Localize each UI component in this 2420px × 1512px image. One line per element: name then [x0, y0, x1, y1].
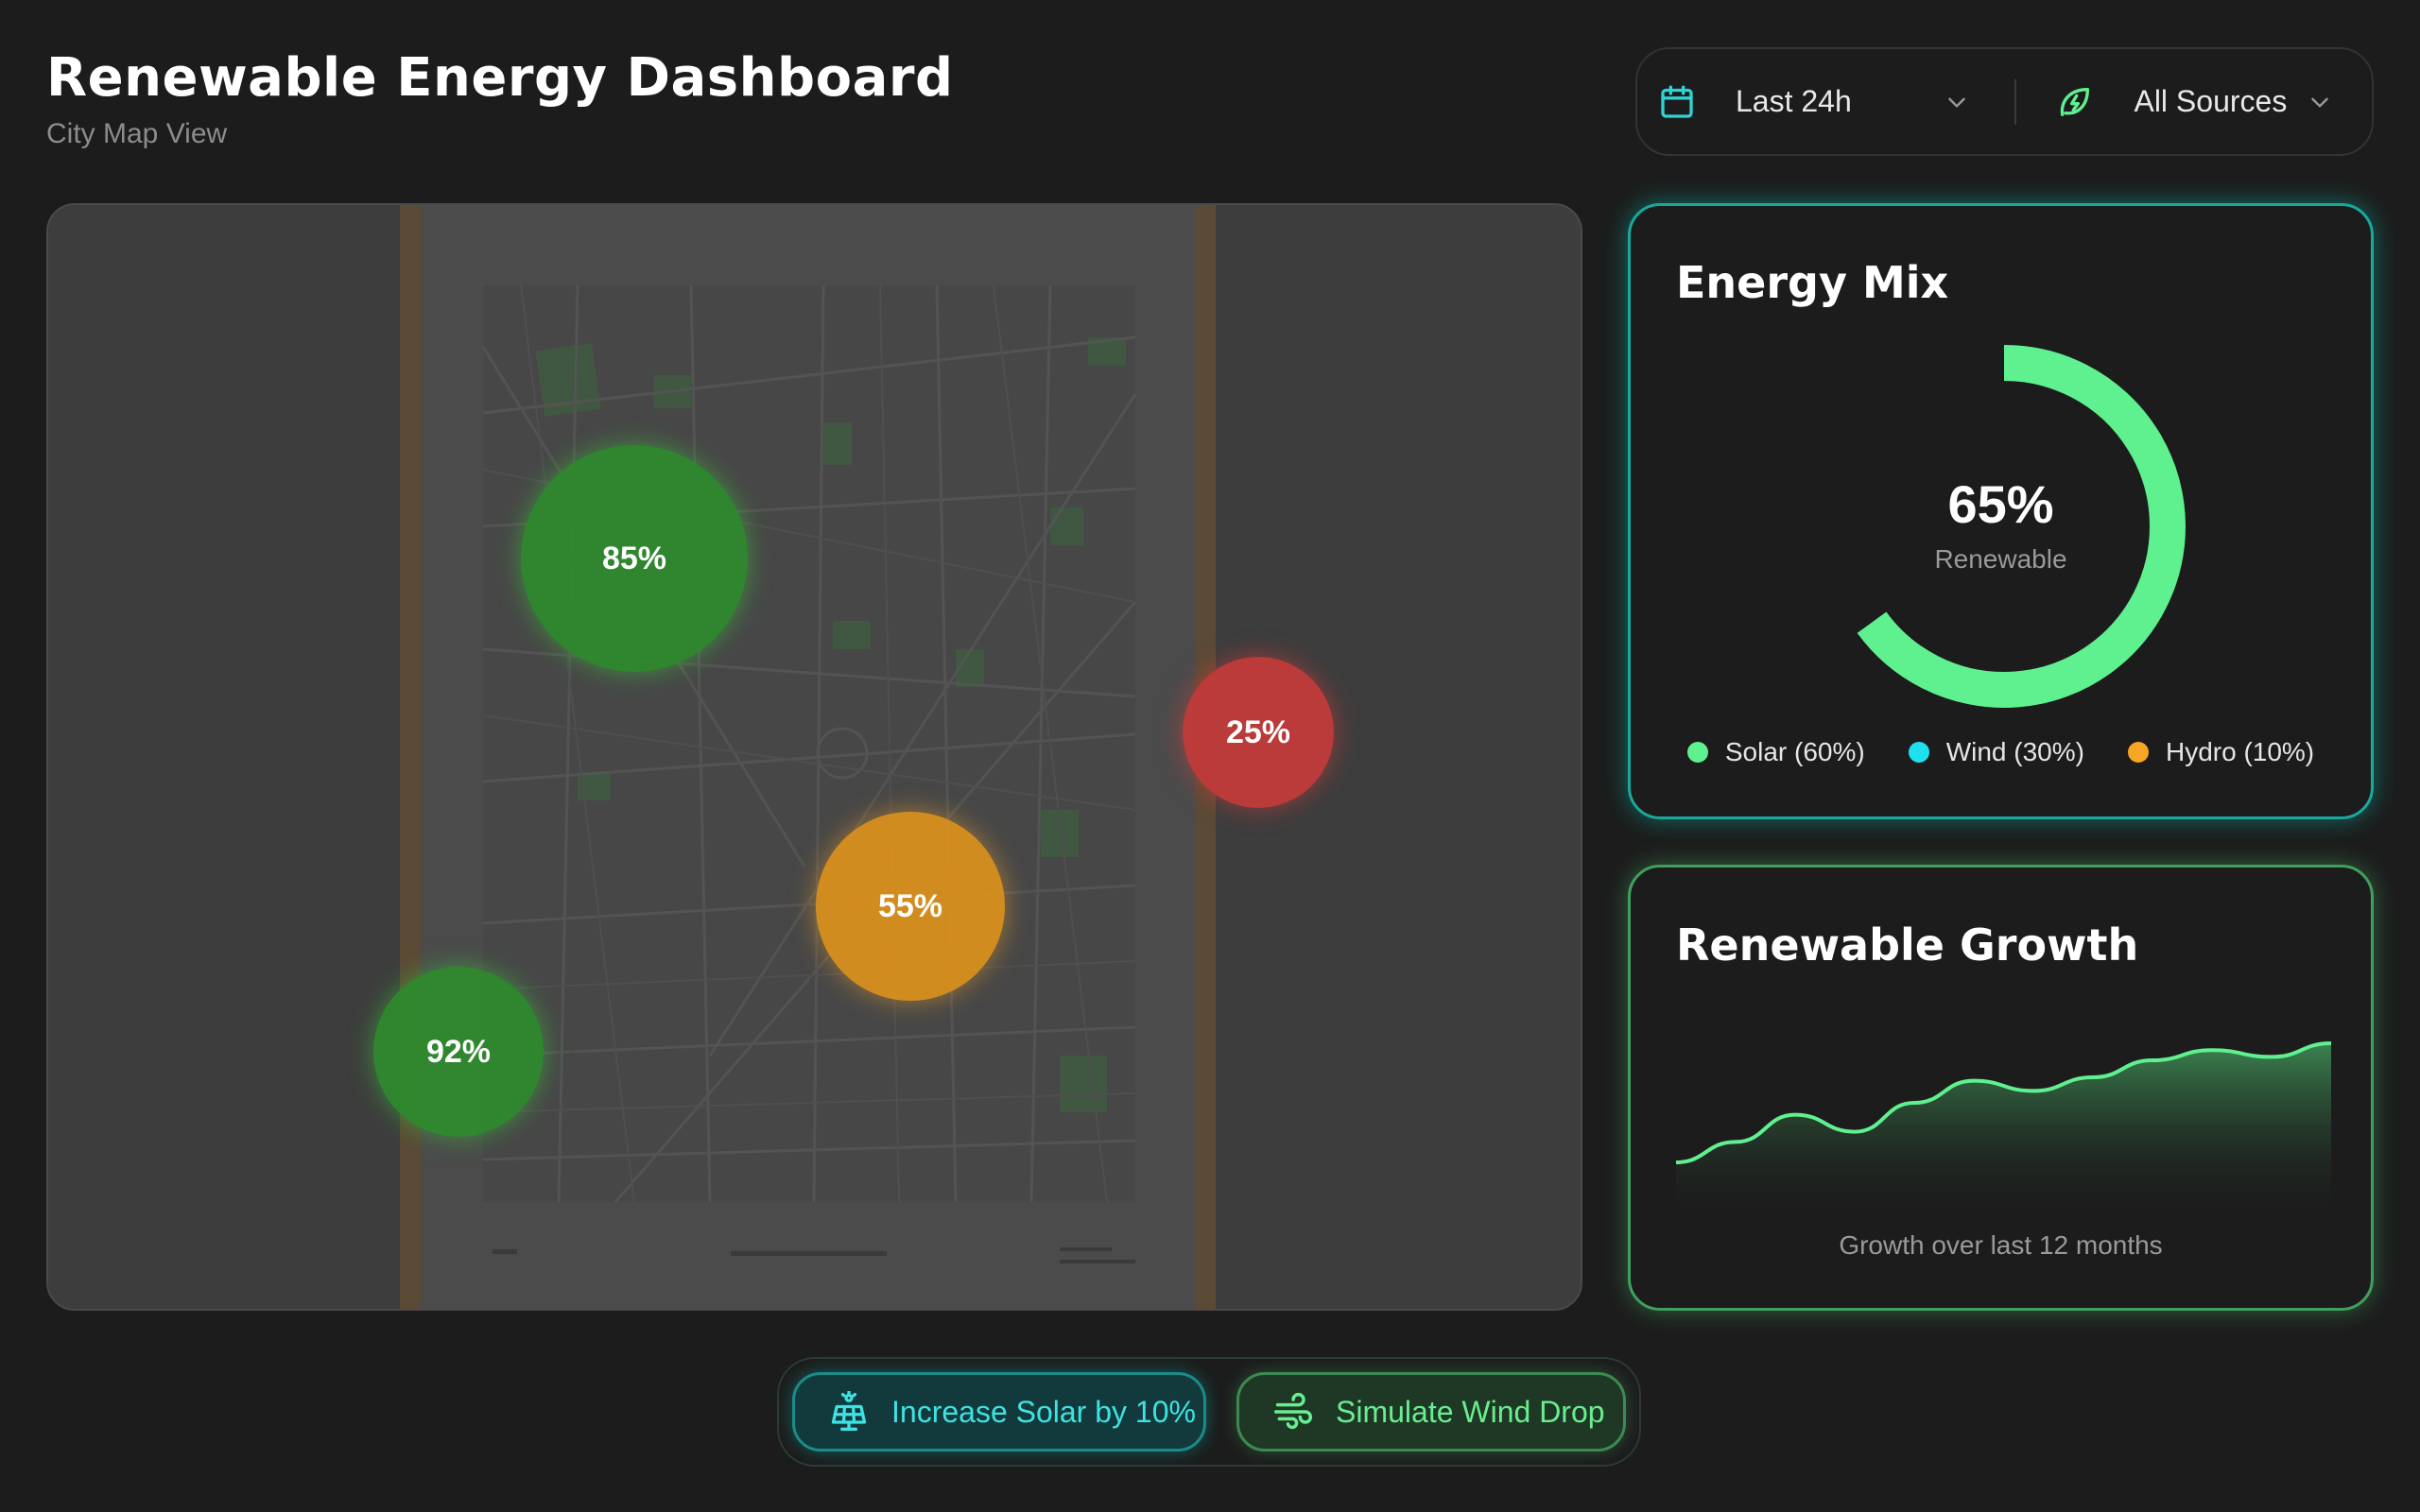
growth-caption: Growth over last 12 months	[1839, 1230, 2163, 1260]
increase-solar-label: Increase Solar by 10%	[891, 1394, 1196, 1429]
map-image	[48, 205, 1581, 1309]
increase-solar-button[interactable]: Increase Solar by 10%	[792, 1372, 1206, 1452]
legend-item-wind: Wind (30%)	[1908, 737, 2084, 767]
energy-source-value: All Sources	[2134, 84, 2288, 118]
chevron-down-icon	[2306, 88, 2334, 116]
simulate-wind-drop-label: Simulate Wind Drop	[1336, 1394, 1605, 1429]
date-range-value: Last 24h	[1736, 84, 1852, 118]
renewable-percent: 65%	[1947, 474, 2054, 534]
energy-source-dropdown[interactable]: All Sources	[2016, 49, 2372, 154]
energy-zone-marker[interactable]: 55%	[816, 812, 1005, 1001]
action-bar: Increase Solar by 10% Simulate Wind Drop	[777, 1357, 1641, 1467]
energy-zone-marker[interactable]: 85%	[521, 445, 748, 672]
energy-mix-legend: Solar (60%) Wind (30%) Hydro (10%)	[1631, 737, 2371, 767]
calendar-icon	[1656, 81, 1698, 123]
legend-dot	[1686, 742, 1708, 763]
page-subtitle: City Map View	[46, 118, 228, 149]
wind-icon	[1271, 1390, 1315, 1434]
legend-dot	[1908, 742, 1929, 763]
legend-dot	[2127, 742, 2149, 763]
legend-label: Solar (60%)	[1724, 737, 1865, 766]
legend-item-hydro: Hydro (10%)	[2127, 737, 2315, 767]
growth-area-fill	[1676, 1043, 2331, 1217]
energy-zone-marker[interactable]: 92%	[373, 967, 544, 1137]
legend-label: Wind (30%)	[1945, 737, 2084, 766]
legend-item-solar: Solar (60%)	[1686, 737, 1865, 767]
renewable-growth-card: Renewable Growth Growth over last 12 mon…	[1628, 865, 2374, 1311]
city-map[interactable]: 85% 25% 55% 92%	[46, 203, 1582, 1311]
date-range-dropdown[interactable]: Last 24h	[1637, 49, 2014, 154]
legend-label: Hydro (10%)	[2165, 737, 2315, 766]
energy-zone-marker[interactable]: 25%	[1183, 657, 1334, 808]
chevron-down-icon	[1943, 88, 1971, 116]
leaf-bolt-icon	[2054, 81, 2096, 123]
renewable-label: Renewable	[1934, 544, 2067, 574]
page-title: Renewable Energy Dashboard	[46, 47, 954, 109]
simulate-wind-drop-button[interactable]: Simulate Wind Drop	[1236, 1372, 1626, 1452]
filter-bar: Last 24h All Sources	[1635, 47, 2374, 156]
solar-panel-icon	[827, 1390, 871, 1434]
energy-mix-card: Energy Mix 65% Renewable Solar (60%) Win…	[1628, 203, 2374, 819]
